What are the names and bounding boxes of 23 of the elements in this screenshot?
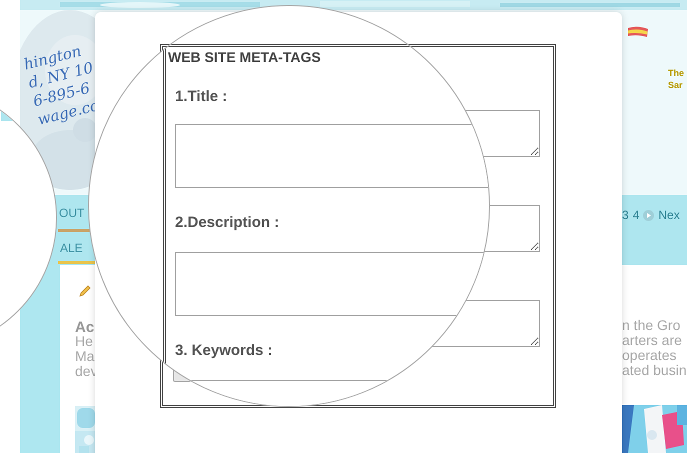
page-link[interactable]: 4	[632, 206, 640, 224]
field-label: 1.Title :	[175, 87, 228, 107]
article-title: Ac	[75, 318, 94, 336]
banner-text: Sar	[668, 79, 684, 91]
article-text: operates	[622, 348, 678, 363]
nav-link[interactable]: OUT	[59, 204, 84, 222]
banner-text: The	[668, 67, 684, 79]
field-label: 3. Keywords :	[175, 341, 273, 361]
article-text: He	[75, 334, 94, 349]
article-text: ated busin	[622, 363, 687, 378]
nav-divider	[58, 261, 95, 264]
article-text: n the Gro	[622, 318, 682, 333]
pencil-icon	[78, 284, 92, 298]
article-text: arters are	[622, 333, 683, 348]
field-label: 2.Description :	[175, 213, 280, 233]
fieldset-title: WEB SITE META-TAGS	[168, 48, 321, 67]
next-link[interactable]: Nex	[658, 206, 680, 224]
nav-link[interactable]: ALE	[60, 239, 83, 257]
flag-icon	[627, 26, 649, 38]
article-text: Ma	[75, 349, 96, 364]
play-icon[interactable]	[643, 210, 654, 220]
page-link[interactable]: 3	[622, 206, 629, 224]
text-area[interactable]	[175, 124, 489, 188]
